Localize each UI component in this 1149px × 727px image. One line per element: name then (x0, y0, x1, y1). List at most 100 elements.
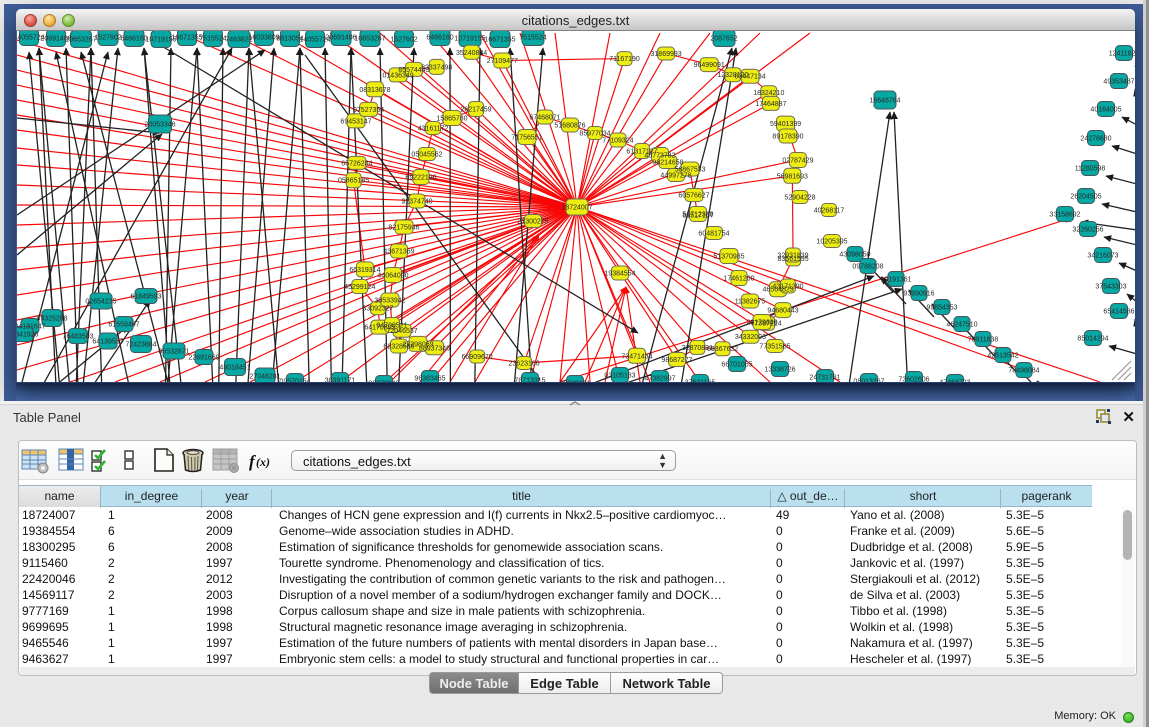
svg-text:39533942: 39533942 (374, 298, 405, 305)
svg-text:76483503: 76483503 (62, 334, 93, 341)
svg-text:82175946: 82175946 (388, 225, 419, 232)
svg-text:44997278: 44997278 (660, 173, 691, 180)
svg-text:03105183: 03105183 (604, 373, 635, 380)
svg-text:16671355: 16671355 (171, 35, 202, 42)
svg-text:66319314: 66319314 (349, 267, 380, 274)
svg-text:51370985: 51370985 (713, 254, 744, 261)
svg-text:73471434: 73471434 (621, 353, 652, 360)
svg-text:32260256: 32260256 (1072, 227, 1103, 234)
svg-text:02654235: 02654235 (85, 299, 116, 306)
svg-text:48018451: 48018451 (219, 365, 250, 372)
svg-text:55341928: 55341928 (17, 332, 39, 339)
svg-text:15865780: 15865780 (436, 116, 467, 123)
svg-text:1527602: 1527602 (94, 35, 121, 42)
svg-text:07527354: 07527354 (353, 107, 384, 114)
svg-text:59401399: 59401399 (770, 121, 801, 128)
svg-text:26204505: 26204505 (1070, 194, 1101, 201)
svg-text:78498084: 78498084 (1008, 368, 1039, 375)
svg-text:09788208: 09788208 (852, 264, 883, 271)
svg-text:99854353: 99854353 (926, 305, 957, 312)
svg-text:78713315: 78713315 (514, 378, 545, 383)
svg-text:51712368: 51712368 (682, 212, 713, 219)
svg-text:03447134: 03447134 (735, 74, 766, 81)
svg-text:85977034: 85977034 (579, 131, 610, 138)
svg-text:21300275: 21300275 (517, 219, 548, 226)
svg-text:85014294: 85014294 (1077, 336, 1108, 343)
svg-text:35240824: 35240824 (456, 50, 487, 57)
svg-text:77109324: 77109324 (602, 138, 633, 145)
svg-text:92374740: 92374740 (401, 199, 432, 206)
svg-text:69222196: 69222196 (405, 175, 436, 182)
svg-text:56981693: 56981693 (777, 173, 808, 180)
svg-text:27048281: 27048281 (249, 374, 280, 381)
svg-text:24731781: 24731781 (809, 375, 840, 382)
svg-text:58867533: 58867533 (674, 167, 705, 174)
svg-text:65414586: 65414586 (1103, 309, 1134, 316)
svg-text:40268117: 40268117 (814, 208, 845, 215)
svg-text:34332003: 34332003 (735, 334, 766, 341)
svg-text:43098050: 43098050 (839, 252, 870, 259)
svg-text:67468071: 67468071 (529, 115, 560, 122)
svg-text:37543303: 37543303 (1095, 284, 1126, 291)
svg-text:02787429: 02787429 (782, 158, 813, 165)
svg-text:43171390: 43171390 (772, 284, 803, 291)
svg-text:89178390: 89178390 (772, 134, 803, 141)
svg-text:20691406: 20691406 (325, 35, 356, 42)
svg-text:72423884: 72423884 (125, 342, 156, 349)
svg-text:98687277: 98687277 (661, 357, 692, 364)
svg-text:30391171: 30391171 (325, 378, 356, 383)
svg-text:46247510: 46247510 (946, 322, 977, 329)
svg-text:26179640: 26179640 (746, 320, 777, 327)
svg-text:04709521: 04709521 (376, 323, 407, 330)
svg-text:22691669: 22691669 (188, 355, 219, 362)
svg-text:61559407: 61559407 (108, 322, 139, 329)
svg-text:11382675: 11382675 (735, 299, 766, 306)
svg-text:10205395: 10205395 (816, 239, 847, 246)
svg-text:16671355: 16671355 (484, 37, 515, 44)
svg-text:62328588: 62328588 (383, 344, 414, 351)
svg-text:10719155: 10719155 (454, 36, 485, 43)
svg-text:05865185: 05865185 (338, 178, 369, 185)
svg-text:32870831: 32870831 (682, 345, 713, 352)
svg-text:12191361: 12191361 (880, 277, 911, 284)
svg-text:09839301: 09839301 (559, 381, 590, 383)
svg-text:20053346: 20053346 (144, 122, 175, 129)
svg-text:32931839: 32931839 (777, 253, 808, 260)
svg-text:27109477: 27109477 (487, 58, 518, 65)
svg-text:(x): (x) (256, 455, 270, 469)
svg-text:98214658: 98214658 (652, 160, 683, 167)
svg-text:43161172: 43161172 (418, 126, 449, 133)
svg-text:71756551: 71756551 (511, 135, 542, 142)
svg-text:89325288: 89325288 (36, 316, 67, 323)
svg-text:10653267: 10653267 (65, 37, 96, 44)
svg-text:13338726: 13338726 (764, 367, 795, 374)
svg-text:47468723: 47468723 (939, 380, 970, 383)
svg-text:96499091: 96499091 (694, 62, 725, 69)
svg-text:73602606: 73602606 (898, 377, 929, 383)
svg-text:82278248: 82278248 (368, 381, 399, 383)
svg-text:34216073: 34216073 (1087, 253, 1118, 260)
svg-text:7515524: 7515524 (519, 35, 546, 42)
svg-text:49353487: 49353487 (1103, 79, 1134, 86)
svg-text:2087652: 2087652 (710, 36, 737, 43)
svg-text:33092327: 33092327 (362, 306, 393, 313)
svg-text:05045562: 05045562 (411, 152, 442, 159)
svg-text:79911838: 79911838 (968, 337, 999, 344)
svg-text:6466160: 6466160 (426, 35, 453, 42)
svg-text:12411824: 12411824 (1109, 51, 1135, 58)
svg-text:33158692: 33158692 (1049, 212, 1080, 219)
svg-text:77351585: 77351585 (759, 344, 790, 351)
svg-text:65726284: 65726284 (341, 160, 372, 167)
svg-text:66701065: 66701065 (721, 362, 752, 369)
svg-text:6466160: 6466160 (120, 36, 147, 43)
svg-text:37631165: 37631165 (685, 380, 716, 383)
svg-text:40164005: 40164005 (1090, 107, 1121, 114)
svg-text:51680876: 51680876 (554, 123, 585, 130)
svg-text:96532871: 96532871 (158, 349, 189, 356)
svg-text:24278680: 24278680 (1080, 136, 1111, 143)
svg-text:16033809: 16033809 (248, 35, 279, 42)
svg-text:82337498: 82337498 (421, 64, 452, 71)
svg-text:1527602: 1527602 (390, 37, 417, 44)
svg-text:26217459: 26217459 (460, 107, 491, 114)
svg-text:18724007: 18724007 (561, 205, 592, 212)
